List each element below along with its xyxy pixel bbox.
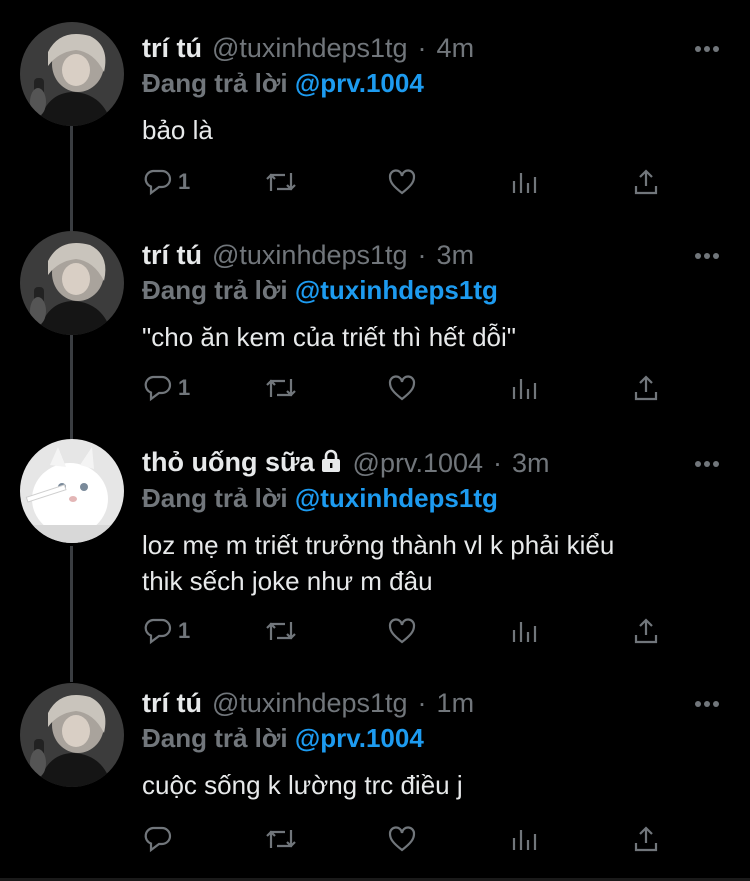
reply-icon (144, 375, 172, 402)
tweet-text: bảo là (142, 115, 213, 145)
tweet-text-line: thik sếch joke như m đâu (142, 566, 433, 596)
action-bar: 1 (142, 615, 682, 647)
views-icon (512, 622, 536, 642)
share-button[interactable] (632, 168, 682, 196)
replying-label: Đang trả lời (142, 275, 288, 305)
avatar[interactable] (20, 683, 124, 787)
like-icon (388, 375, 416, 401)
replying-to: Đang trả lời @tuxinhdeps1tg (142, 483, 498, 514)
avatar[interactable] (20, 231, 124, 335)
tweet-text: loz mẹ m triết trưởng thành vl k phải ki… (142, 527, 720, 599)
display-name[interactable]: trí tú (142, 33, 202, 64)
avatar[interactable] (20, 22, 124, 126)
like-icon (388, 169, 416, 195)
more-icon[interactable] (694, 455, 720, 473)
timestamp[interactable]: 3m (512, 448, 550, 479)
reply-button[interactable]: 1 (142, 374, 192, 402)
timestamp[interactable]: 1m (437, 688, 475, 719)
tweet[interactable]: trí tú @tuxinhdeps1tg · 1m Đang trả lời … (0, 683, 750, 863)
reply-count: 1 (178, 618, 191, 643)
replying-label: Đang trả lời (142, 68, 288, 98)
tweet[interactable]: trí tú @tuxinhdeps1tg · 4m Đang trả lời … (0, 22, 750, 203)
views-icon (512, 379, 536, 399)
display-name[interactable]: trí tú (142, 688, 202, 719)
timestamp[interactable]: 4m (437, 33, 475, 64)
display-name[interactable]: trí tú (142, 240, 202, 271)
reply-count: 1 (178, 375, 191, 400)
display-name[interactable]: thỏ uống sữa (142, 447, 343, 480)
tweet[interactable]: trí tú @tuxinhdeps1tg · 3m Đang trả lời … (0, 231, 750, 410)
tweet-header: trí tú @tuxinhdeps1tg · 4m (142, 28, 474, 68)
separator-dot: · (417, 32, 427, 63)
action-bar (142, 823, 682, 855)
user-handle[interactable]: @tuxinhdeps1tg (212, 240, 408, 271)
retweet-icon (265, 830, 296, 848)
timestamp[interactable]: 3m (437, 240, 475, 271)
retweet-button[interactable] (265, 826, 315, 852)
mention-link[interactable]: @prv.1004 (295, 723, 424, 753)
tweet-text-line: loz mẹ m triết trưởng thành vl k phải ki… (142, 530, 615, 560)
views-button[interactable] (510, 618, 560, 644)
replying-to: Đang trả lời @prv.1004 (142, 723, 424, 754)
views-icon (512, 173, 536, 193)
retweet-icon (265, 622, 296, 640)
replying-label: Đang trả lời (142, 483, 288, 513)
like-icon (388, 618, 416, 644)
tweet[interactable]: thỏ uống sữa @prv.1004 · 3m Đang trả lời… (0, 439, 750, 663)
share-icon (634, 169, 658, 195)
share-icon (634, 375, 658, 401)
tweet-text: cuộc sống k lường trc điều j (142, 770, 463, 800)
user-handle[interactable]: @prv.1004 (353, 448, 483, 479)
avatar[interactable] (20, 439, 124, 543)
mention-link[interactable]: @prv.1004 (295, 68, 424, 98)
like-button[interactable] (387, 374, 437, 402)
tweet-header: trí tú @tuxinhdeps1tg · 1m (142, 683, 474, 723)
retweet-button[interactable] (265, 169, 315, 195)
replying-to: Đang trả lời @tuxinhdeps1tg (142, 275, 498, 306)
share-button[interactable] (632, 374, 682, 402)
separator-dot: · (417, 239, 427, 270)
share-button[interactable] (632, 617, 682, 645)
like-icon (388, 826, 416, 852)
action-bar: 1 (142, 166, 682, 198)
separator-dot: · (493, 447, 503, 478)
share-icon (634, 826, 658, 852)
user-handle[interactable]: @tuxinhdeps1tg (212, 688, 408, 719)
reply-count: 1 (178, 169, 191, 194)
views-button[interactable] (510, 169, 560, 195)
like-button[interactable] (387, 825, 437, 853)
display-name-text: thỏ uống sữa (142, 446, 315, 477)
tweet-header: trí tú @tuxinhdeps1tg · 3m (142, 235, 474, 275)
reply-icon (144, 169, 172, 196)
more-icon[interactable] (694, 247, 720, 265)
tweet-header: thỏ uống sữa @prv.1004 · 3m (142, 443, 550, 483)
action-bar: 1 (142, 372, 682, 404)
views-button[interactable] (510, 826, 560, 852)
share-button[interactable] (632, 825, 682, 853)
separator-dot: · (417, 687, 427, 718)
user-handle[interactable]: @tuxinhdeps1tg (212, 33, 408, 64)
like-button[interactable] (387, 617, 437, 645)
reply-button[interactable] (142, 825, 192, 853)
mention-link[interactable]: @tuxinhdeps1tg (295, 483, 498, 513)
retweet-icon (265, 379, 296, 397)
reply-icon (144, 826, 172, 853)
views-button[interactable] (510, 375, 560, 401)
replying-to: Đang trả lời @prv.1004 (142, 68, 424, 99)
retweet-button[interactable] (265, 618, 315, 644)
views-icon (512, 830, 536, 850)
reply-button[interactable]: 1 (142, 168, 192, 196)
lock-icon (319, 449, 343, 480)
more-icon[interactable] (694, 695, 720, 713)
more-icon[interactable] (694, 40, 720, 58)
mention-link[interactable]: @tuxinhdeps1tg (295, 275, 498, 305)
share-icon (634, 618, 658, 644)
replying-label: Đang trả lời (142, 723, 288, 753)
retweet-button[interactable] (265, 375, 315, 401)
retweet-icon (265, 173, 296, 191)
like-button[interactable] (387, 168, 437, 196)
tweet-text: "cho ăn kem của triết thì hết dỗi" (142, 322, 516, 352)
reply-icon (144, 618, 172, 645)
reply-button[interactable]: 1 (142, 617, 192, 645)
